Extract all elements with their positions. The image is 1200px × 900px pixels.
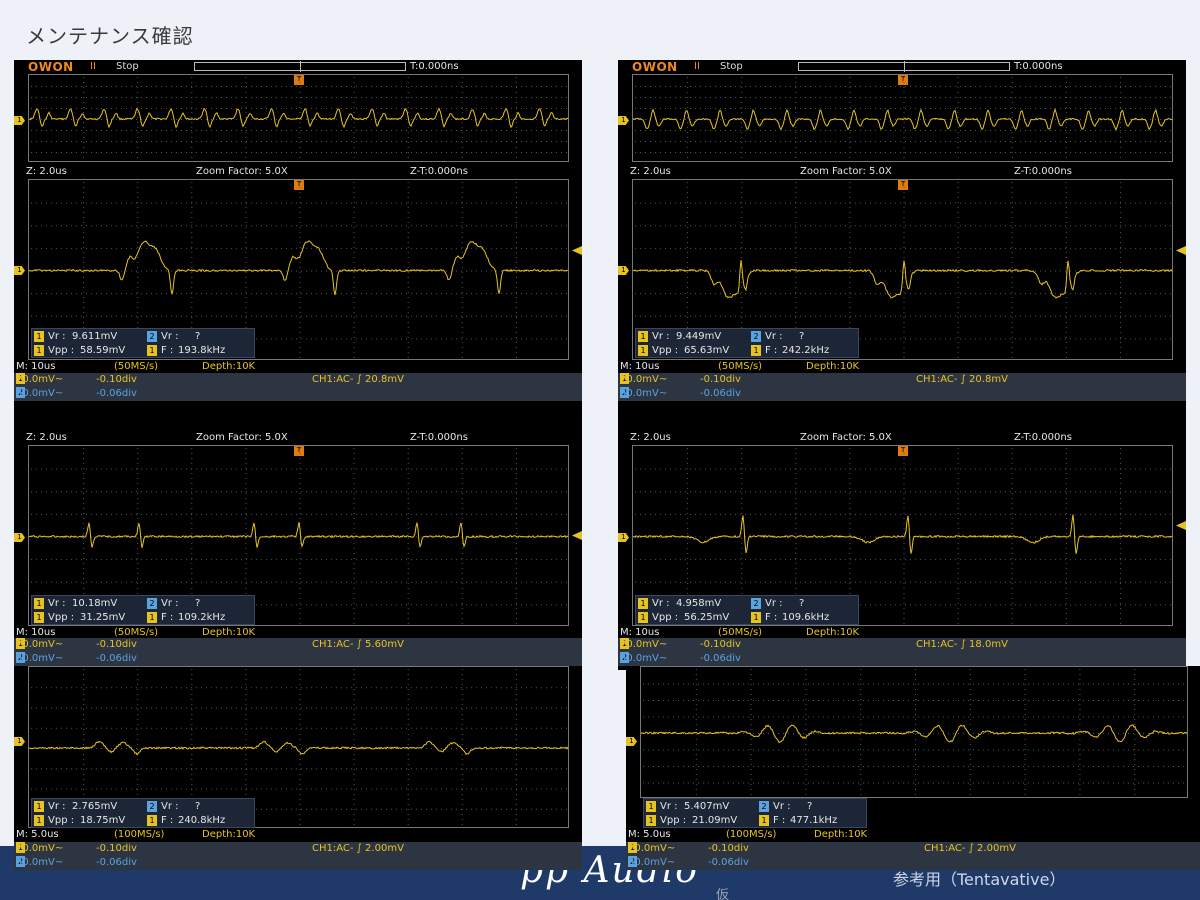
vr-value: 9.611mV (72, 331, 118, 342)
zoom-plot-3 (640, 666, 1188, 798)
trigger-time: T:0.000ns (1014, 61, 1063, 72)
ch1-marker-icon: 1 (14, 116, 25, 125)
timebase-row-3: M: 5.0us (100MS/s) Depth:10K (14, 828, 582, 842)
measurement-box-1: 1 Vr :9.611mV 2 Vr :? 1 Vpp :58.59mV 1 F :193.… (31, 328, 255, 358)
brand-logo: OWON (632, 60, 678, 74)
signal-trace (633, 260, 1172, 299)
ch1-marker-icon: 1 (618, 266, 629, 275)
signal-trace (633, 107, 1172, 131)
ch1-marker-icon: 1 (14, 533, 25, 542)
ch1-marker-icon: 1 (14, 737, 25, 746)
run-state: Stop (720, 61, 743, 72)
channel-row-2: 1 20.0mV~ -0.10div CH1:AC- ∫ 5.60mV 2 50.0… (14, 638, 582, 666)
overview-plot: T (632, 74, 1173, 162)
freq-value: 193.8kHz (178, 345, 226, 356)
vpp-value: 58.59mV (80, 345, 126, 356)
zoom-timebase: Z: 2.0us (26, 166, 67, 177)
measurement-box-2: 1 Vr :10.18mV 2 Vr :? 1 Vpp :31.25mV 1 F :109.… (31, 595, 255, 625)
overview-plot: T (28, 74, 569, 162)
ch1-marker-icon: 1 (618, 533, 629, 542)
trigger-level-icon (1176, 521, 1186, 530)
model-mark: II (90, 61, 96, 72)
timebase-row-1: M: 10us (50MS/s) Depth:10K (618, 360, 1186, 374)
trigger-position-bar (194, 61, 406, 72)
ch1-marker-icon: 1 (14, 266, 25, 275)
run-state: Stop (116, 61, 139, 72)
channel-row-1: 1 20.0mV~ -0.10div CH1:AC- ∫ 20.8mV 2 50.0… (14, 373, 582, 401)
trigger-setting: CH1:AC- ∫ 20.8mV (312, 374, 404, 385)
channel-row-1: 1 20.0mV~ -0.10div CH1:AC- ∫ 20.8mV 2 50.0… (618, 373, 1186, 401)
timebase-row-1: M: 10us (50MS/s) Depth:10K (14, 360, 582, 374)
brand-logo: OWON (28, 60, 74, 74)
channel-row-2: 1 20.0mV~ -0.10div CH1:AC- ∫ 18.0mV 2 50.0… (618, 638, 1186, 666)
zoom-trigger-time: Z-T:0.000ns (410, 166, 468, 177)
model-mark: II (694, 61, 700, 72)
measurement-box-2: 1 Vr :4.958mV 2 Vr :? 1 Vpp :56.25mV 1 F :109.… (635, 595, 859, 625)
trigger-level-icon (1176, 246, 1186, 255)
overview-waveform (633, 77, 1172, 158)
signal-trace (29, 107, 568, 129)
measurement-box-1: 1 Vr :9.449mV 2 Vr :? 1 Vpp :65.63mV 1 F :242.… (635, 328, 859, 358)
timebase-row-3: M: 5.0us (100MS/s) Depth:10K (626, 828, 1200, 842)
grid (31, 77, 567, 158)
trigger-level-icon (572, 531, 582, 540)
scope-header: OWON II Stop T:0.000ns (14, 60, 582, 74)
zoom-info: Z: 2.0us Zoom Factor: 5.0X Z-T:0.000ns (26, 432, 468, 443)
trigger-time: T:0.000ns (410, 61, 459, 72)
page-title: メンテナンス確認 (26, 24, 194, 48)
measurement-box-3: 1 Vr :2.765mV 2 Vr :? 1 Vpp :18.75mV 1 F :240.… (31, 798, 255, 828)
ch1-marker-icon: 1 (626, 737, 637, 746)
zoom-info: Z: 2.0us Zoom Factor: 5.0X Z-T:0.000ns (630, 166, 1072, 177)
zoom-info: Z: 2.0us Zoom Factor: 5.0X Z-T:0.000ns (14, 165, 582, 179)
signal-trace (29, 240, 568, 296)
signal-trace (29, 522, 568, 549)
trigger-level-icon (572, 246, 582, 255)
scope-header: OWON II Stop T:0.000ns (618, 60, 1186, 74)
channel-row-3: 1 20.0mV~ -0.10div CH1:AC- ∫ 2.00mV 2 50.0… (14, 842, 582, 870)
ch1-marker-icon: 1 (618, 116, 629, 125)
signal-trace (29, 740, 568, 756)
measurement-box-3: 1 Vr :5.407mV 2 Vr :? 1 Vpp :21.09mV 1 F :477.… (643, 798, 867, 828)
provisional-mark: 仮 (716, 888, 730, 900)
zoom-factor: Zoom Factor: 5.0X (196, 166, 288, 177)
signal-trace (633, 514, 1172, 554)
scope-right: OWON II Stop T:0.000ns T 1 Z: 2.0us Zoom… (618, 60, 1186, 670)
overview-waveform (29, 77, 568, 158)
waveform-3 (641, 669, 1187, 795)
zoom-info: Z: 2.0us Zoom Factor: 5.0X Z-T:0.000ns (630, 432, 1072, 443)
scope-left: OWON II Stop T:0.000ns T 1 Z: 2.0us Zoom… (14, 60, 582, 846)
channel-row-3: 1 20.0mV~ -0.10div CH1:AC- ∫ 2.00mV 2 50.0… (626, 842, 1200, 870)
scope-right-bottom: 1 1 Vr :5.407mV 2 Vr :? 1 Vpp :21.09mV 1 F :47… (626, 666, 1200, 846)
trigger-position-bar (798, 61, 1010, 72)
